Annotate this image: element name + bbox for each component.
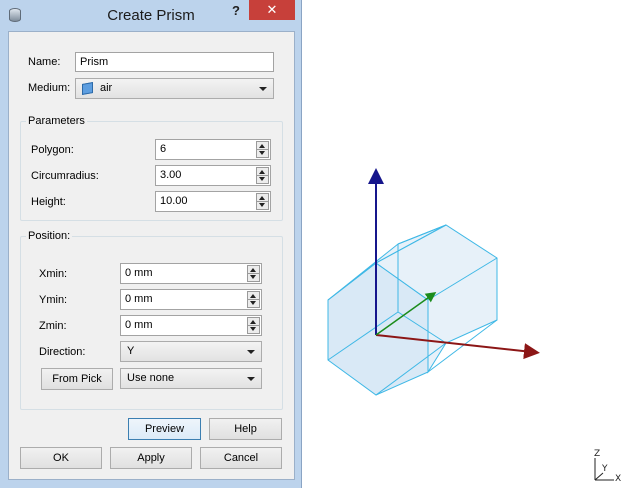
spin-down-icon[interactable]: [250, 301, 256, 305]
spin-up-icon[interactable]: [259, 170, 265, 174]
direction-value: Y: [127, 345, 135, 357]
medium-label: Medium:: [28, 82, 71, 94]
ok-button[interactable]: OK: [20, 447, 102, 469]
spin-down-icon[interactable]: [259, 177, 265, 181]
apply-button[interactable]: Apply: [110, 447, 192, 469]
chevron-down-icon: [259, 87, 267, 91]
direction-label: Direction:: [39, 346, 86, 358]
spin-divider: [248, 299, 259, 300]
mini-axis-z-label: Z: [594, 449, 601, 459]
zmin-spinbox[interactable]: 0 mm: [120, 315, 262, 336]
polygon-spin-buttons[interactable]: [256, 141, 269, 158]
direction-select[interactable]: Y: [120, 341, 262, 362]
help-button[interactable]: Help: [209, 418, 282, 440]
pick-mode-value: Use none: [127, 372, 175, 384]
mini-axis-x-label: X: [615, 474, 622, 484]
xmin-spinbox[interactable]: 0 mm: [120, 263, 262, 284]
mini-axis-y-label: Y: [602, 464, 608, 474]
polygon-spinbox[interactable]: 6: [155, 139, 271, 160]
cancel-button[interactable]: Cancel: [200, 447, 282, 469]
height-label: Height:: [31, 196, 66, 208]
ymin-spin-buttons[interactable]: [247, 291, 260, 308]
spin-divider: [248, 273, 259, 274]
height-spinbox[interactable]: 10.00: [155, 191, 271, 212]
spin-divider: [257, 201, 268, 202]
xmin-value: 0 mm: [125, 267, 153, 279]
spin-divider: [257, 149, 268, 150]
name-input[interactable]: Prism: [75, 52, 274, 72]
xmin-spin-buttons[interactable]: [247, 265, 260, 282]
chevron-down-icon: [247, 377, 255, 381]
height-value: 10.00: [160, 195, 188, 207]
prism-body[interactable]: [327, 224, 498, 396]
polygon-value: 6: [160, 143, 167, 155]
ymin-spinbox[interactable]: 0 mm: [120, 289, 262, 310]
spin-down-icon[interactable]: [250, 327, 256, 331]
title-bar[interactable]: Create Prism ? ✕: [0, 0, 302, 32]
pick-mode-select[interactable]: Use none: [120, 368, 262, 389]
zmin-spin-buttons[interactable]: [247, 317, 260, 334]
circumradius-spin-buttons[interactable]: [256, 167, 269, 184]
circumradius-spinbox[interactable]: 3.00: [155, 165, 271, 186]
spin-up-icon[interactable]: [250, 320, 256, 324]
zmin-value: 0 mm: [125, 319, 153, 331]
medium-select[interactable]: air: [75, 78, 274, 99]
ymin-value: 0 mm: [125, 293, 153, 305]
context-help-button[interactable]: ?: [226, 2, 246, 22]
spin-up-icon[interactable]: [250, 294, 256, 298]
spin-down-icon[interactable]: [259, 203, 265, 207]
height-spin-buttons[interactable]: [256, 193, 269, 210]
zmin-label: Zmin:: [39, 320, 67, 332]
spin-down-icon[interactable]: [259, 151, 265, 155]
spin-divider: [248, 325, 259, 326]
polygon-label: Polygon:: [31, 144, 74, 156]
circumradius-label: Circumradius:: [31, 170, 99, 182]
chevron-down-icon: [247, 350, 255, 354]
medium-value: air: [100, 82, 113, 94]
create-prism-dialog: Create Prism ? ✕ Name: Prism Medium: air…: [0, 0, 302, 488]
ymin-label: Ymin:: [39, 294, 68, 306]
dialog-body: Name: Prism Medium: air Parameters Polyg…: [8, 31, 295, 480]
xmin-label: Xmin:: [39, 268, 68, 280]
position-group-title: Position:: [26, 230, 73, 242]
close-icon: ✕: [266, 2, 278, 17]
spin-down-icon[interactable]: [250, 275, 256, 279]
scene-canvas[interactable]: [303, 0, 622, 488]
name-label: Name:: [28, 56, 61, 68]
circumradius-value: 3.00: [160, 169, 182, 181]
cube-icon: [82, 82, 93, 95]
spin-divider: [257, 175, 268, 176]
from-pick-button[interactable]: From Pick: [41, 368, 113, 390]
close-button[interactable]: ✕: [249, 0, 295, 20]
spin-up-icon[interactable]: [250, 268, 256, 272]
3d-viewport[interactable]: Z Y X: [303, 0, 622, 488]
spin-up-icon[interactable]: [259, 144, 265, 148]
parameters-group-title: Parameters: [26, 115, 87, 127]
spin-up-icon[interactable]: [259, 196, 265, 200]
preview-button[interactable]: Preview: [128, 418, 201, 440]
